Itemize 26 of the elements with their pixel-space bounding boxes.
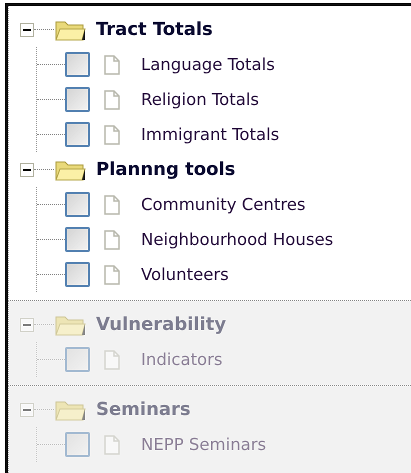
checkbox[interactable] (65, 192, 90, 217)
layer-label: Community Centres (141, 195, 306, 214)
checkbox[interactable] (65, 262, 90, 287)
document-icon (104, 434, 120, 454)
document-icon (104, 230, 120, 250)
checkbox[interactable] (65, 52, 90, 77)
document-icon (104, 90, 120, 110)
layer-label: Volunteers (141, 265, 229, 284)
folder-title[interactable]: Plannng tools (96, 159, 236, 180)
checkbox[interactable] (65, 87, 90, 112)
document-icon (104, 124, 120, 144)
layer-label: Religion Totals (141, 90, 260, 109)
document-icon (104, 350, 120, 370)
document-icon (104, 54, 120, 74)
checkbox[interactable] (65, 122, 90, 147)
layer-label: Immigrant Totals (141, 125, 280, 144)
document-icon (104, 264, 120, 284)
layer-label: Neighbourhood Houses (141, 230, 334, 249)
folder-title[interactable]: Tract Totals (96, 19, 213, 40)
layer-label: NEPP Seminars (141, 435, 266, 454)
collapse-icon[interactable] (20, 162, 34, 176)
collapse-icon[interactable] (20, 22, 34, 36)
layer-label: Indicators (141, 350, 223, 369)
checkbox[interactable] (65, 227, 90, 252)
document-icon (104, 194, 120, 214)
layer-label: Language Totals (141, 55, 275, 74)
